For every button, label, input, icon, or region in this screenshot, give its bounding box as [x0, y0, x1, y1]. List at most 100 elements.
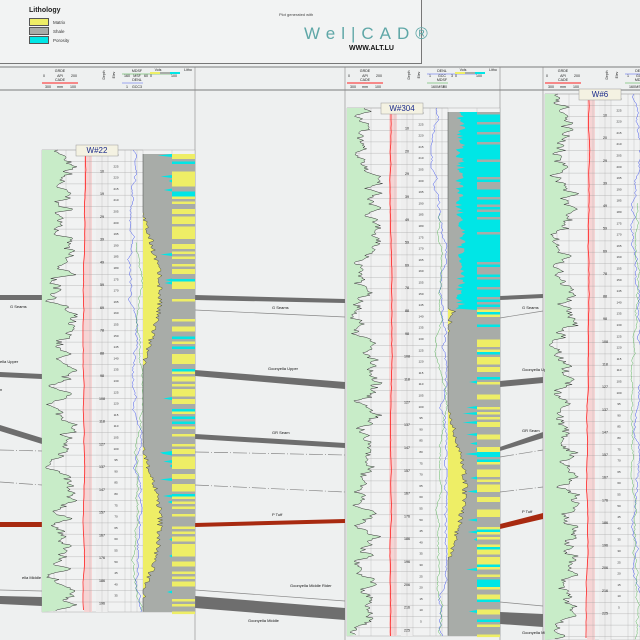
litho-bed	[477, 197, 500, 200]
litho-bed	[477, 635, 500, 638]
litho-bed	[172, 347, 195, 350]
litho-bed	[172, 292, 195, 295]
depth-label: 127	[99, 442, 105, 446]
elev-label: 115	[114, 413, 119, 417]
litho-bed	[477, 372, 500, 375]
litho-bed	[172, 237, 195, 240]
litho-bed	[172, 512, 195, 515]
litho-bed	[172, 202, 195, 205]
litho-bed	[477, 200, 500, 203]
depth-label: 49	[603, 204, 607, 208]
depth-label: 39	[405, 195, 409, 199]
elev-label: 10	[617, 594, 621, 598]
elev-label: 175	[616, 221, 621, 225]
litho-bed	[477, 332, 500, 335]
elev-label: 220	[418, 134, 423, 138]
litho-bed	[172, 599, 195, 602]
elev-label: 15	[617, 583, 621, 587]
depth-label: 137	[602, 408, 608, 412]
litho-bed	[477, 625, 500, 628]
elev-label: 165	[418, 258, 423, 262]
depth-label: 69	[100, 306, 104, 310]
litho-bed	[477, 447, 500, 450]
elev-label: 50	[617, 504, 621, 508]
litho-bed	[172, 232, 195, 235]
litho-bed	[172, 559, 195, 562]
litho-bed	[477, 512, 500, 515]
litho-bed	[477, 450, 500, 453]
header-top_log: DENL	[635, 69, 640, 73]
litho-bed	[477, 115, 500, 118]
depth-label: 118	[404, 378, 410, 382]
elev-label: 195	[113, 232, 118, 236]
litho-bed	[172, 489, 195, 492]
depth-label: 225	[602, 612, 608, 616]
litho-bed	[172, 339, 195, 342]
elev-label: 90	[419, 427, 423, 431]
depth-label: 98	[603, 317, 607, 321]
litho-bed	[172, 187, 195, 190]
correlation-line	[0, 450, 42, 451]
litho-bed	[172, 247, 195, 250]
elev-label: 120	[113, 402, 118, 406]
litho-bed	[172, 327, 195, 330]
litho-bed	[477, 210, 500, 213]
depth-label: 88	[100, 351, 104, 355]
depth-label: 108	[99, 397, 105, 401]
litho-bed	[172, 502, 195, 505]
litho-bed	[172, 352, 195, 355]
litho-bed	[477, 320, 500, 323]
litho-bed	[172, 384, 195, 387]
litho-bed	[477, 327, 500, 330]
litho-bed	[172, 422, 195, 425]
litho-bed	[172, 437, 195, 440]
litho-bed	[172, 562, 195, 565]
litho-bed	[477, 397, 500, 400]
litho-bed	[477, 602, 500, 605]
litho-bed	[477, 177, 500, 180]
litho-bed	[172, 479, 195, 482]
litho-bed	[172, 267, 195, 270]
litho-bed	[477, 325, 500, 328]
litho-bed	[172, 337, 195, 340]
litho-bed	[477, 547, 500, 550]
litho-bed	[477, 457, 500, 460]
litho-bed	[172, 554, 195, 557]
elev-label: 80	[114, 492, 118, 496]
litho-bed	[477, 385, 500, 388]
litho-bed	[172, 444, 195, 447]
litho-bed	[477, 220, 500, 223]
litho-bed	[172, 272, 195, 275]
elev-label: 40	[617, 526, 621, 530]
litho-bed	[477, 580, 500, 583]
litho-bed	[477, 212, 500, 215]
header-cade_unit: mm	[560, 85, 566, 89]
gr-edge-label: n	[0, 387, 2, 392]
litho-bed	[477, 382, 500, 385]
litho-bed	[172, 399, 195, 402]
depth-label: 196	[99, 602, 105, 606]
elev-label: 65	[114, 526, 118, 530]
litho-bed	[172, 169, 195, 172]
litho-bed	[172, 604, 195, 607]
litho-bed	[172, 424, 195, 427]
elev-label: 25	[419, 574, 423, 578]
litho-bed	[477, 132, 500, 135]
elev-label: 35	[114, 594, 118, 598]
litho-bed	[172, 179, 195, 182]
litho-bed	[172, 377, 195, 380]
elev-label: 70	[419, 473, 423, 477]
depth-label: 167	[404, 492, 410, 496]
header-bot_min: 160	[431, 85, 437, 89]
litho-bed	[477, 257, 500, 260]
litho-bed	[477, 245, 500, 248]
litho-bed	[172, 242, 195, 245]
elev-label: 65	[419, 484, 423, 488]
litho-bed	[477, 492, 500, 495]
well-name: W#304	[389, 104, 415, 113]
litho-bed	[172, 592, 195, 595]
litho-bed	[172, 462, 195, 465]
litho-bed	[172, 579, 195, 582]
litho-bed	[477, 417, 500, 420]
litho-bed	[477, 422, 500, 425]
